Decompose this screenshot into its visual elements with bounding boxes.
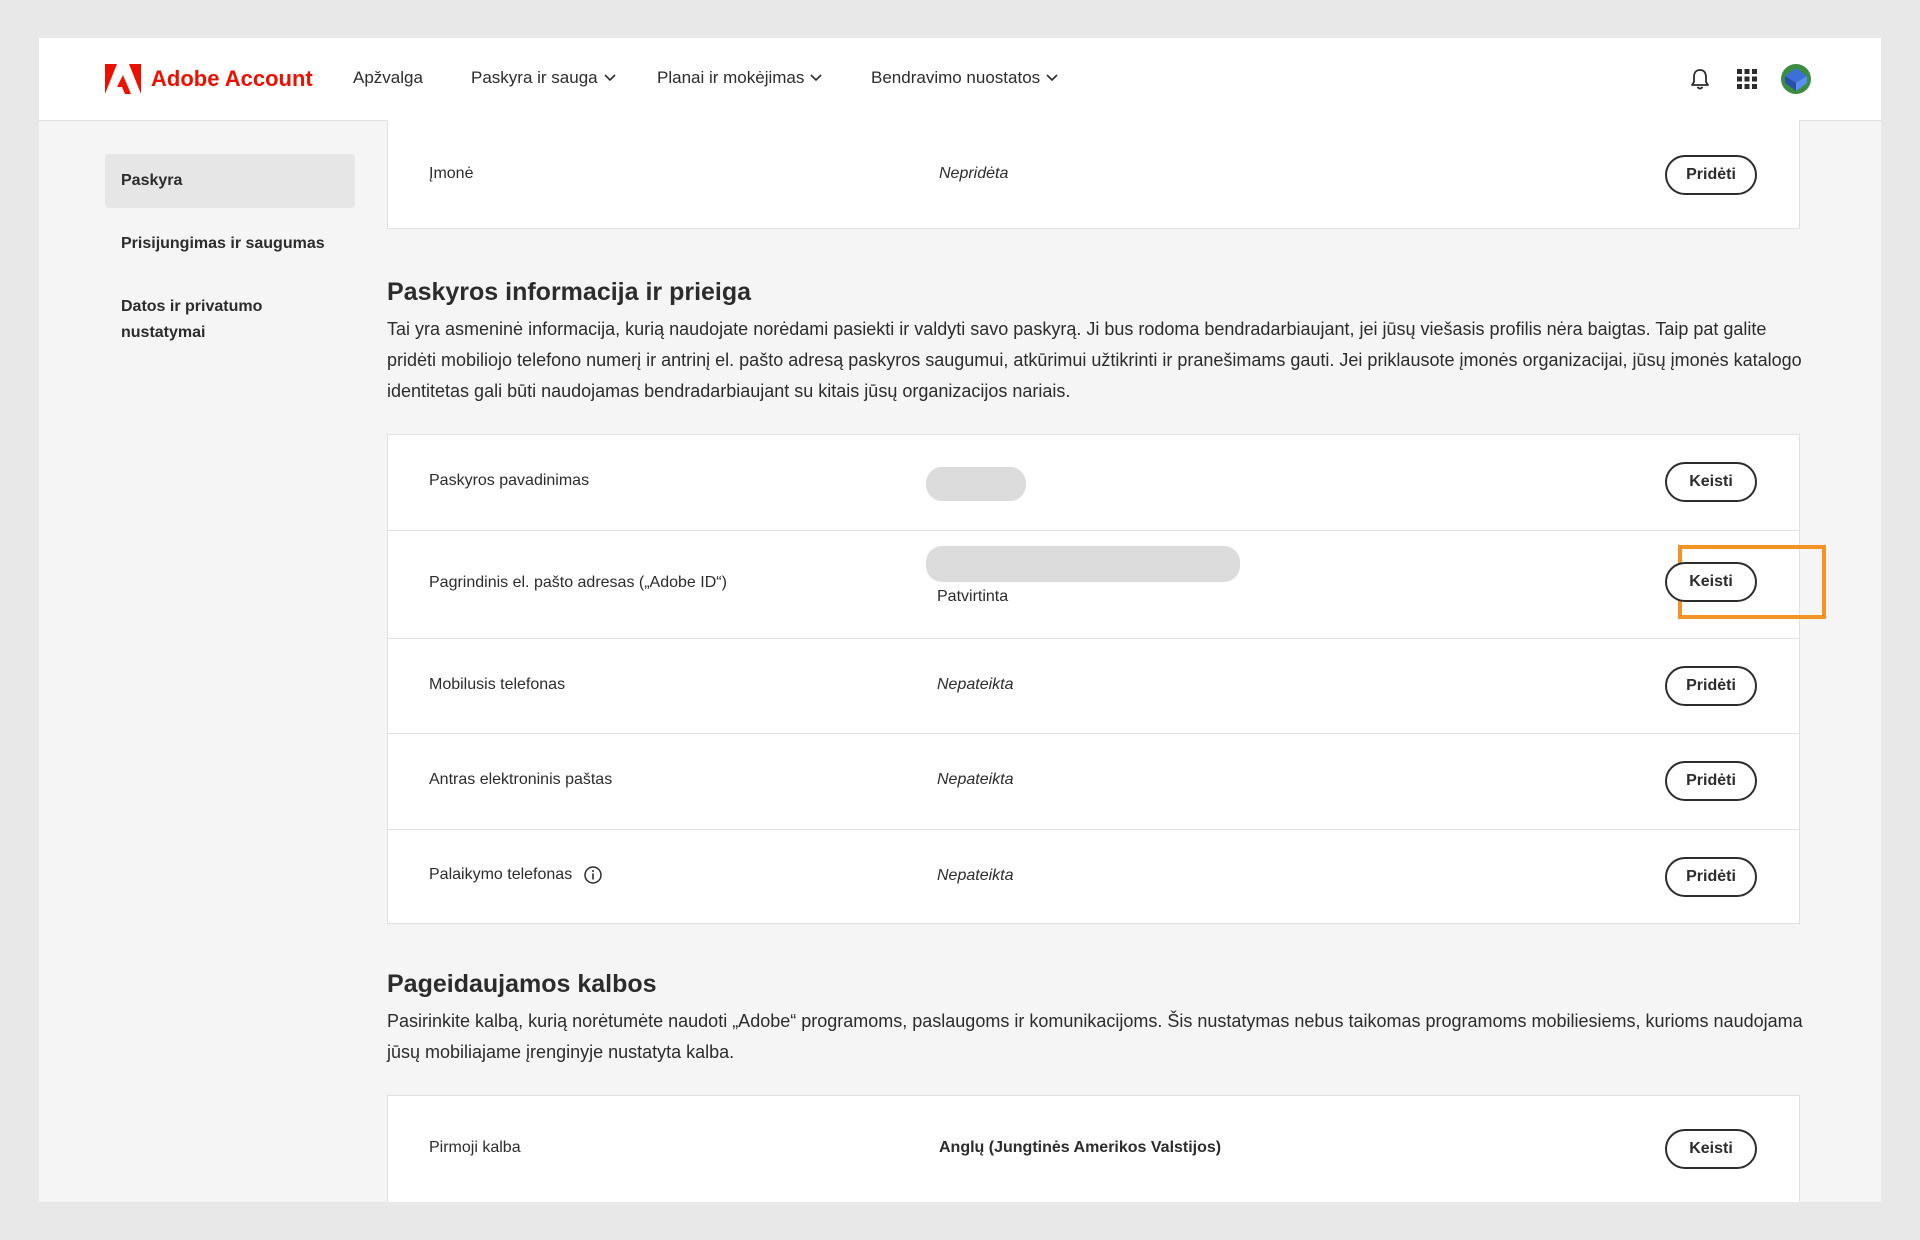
- support-phone-label: Palaikymo telefonas: [429, 866, 573, 883]
- support-phone-row: Palaikymo telefonas Nepateikta Pridėti: [388, 829, 1799, 924]
- languages-description: Pasirinkite kalbą, kurią norėtumėte naud…: [387, 1011, 1803, 1062]
- account-name-label: Paskyros pavadinimas: [429, 472, 590, 489]
- secondary-email-row: Antras elektroninis paštas Nepateikta Pr…: [388, 733, 1799, 829]
- support-phone-label-wrap: Palaikymo telefonas: [429, 866, 602, 884]
- sidebar-item-label: Paskyra: [121, 172, 183, 189]
- account-info-card: Paskyros pavadinimas Keisti Pagrindinis …: [387, 434, 1826, 924]
- top-header: Adobe Account Apžvalga Paskyra ir sauga …: [39, 38, 1881, 121]
- mobile-phone-label: Mobilusis telefonas: [429, 676, 566, 693]
- primary-email-label: Pagrindinis el. pašto adresas („Adobe ID…: [429, 574, 727, 591]
- sidebar-item-account[interactable]: Paskyra: [105, 154, 355, 208]
- info-icon[interactable]: [584, 866, 602, 884]
- nav-plans-payment-label: Planai ir mokėjimas: [657, 68, 805, 87]
- sidebar-item-label: Datos ir privatumo nustatymai: [121, 298, 263, 341]
- company-card: Įmonė Nepridėta Pridėti: [387, 120, 1800, 229]
- company-row: Įmonė Nepridėta Pridėti: [388, 120, 1799, 229]
- change-account-name-button[interactable]: Keisti: [1665, 462, 1757, 502]
- brand[interactable]: Adobe Account: [105, 64, 313, 94]
- secondary-email-label: Antras elektroninis paštas: [429, 771, 613, 788]
- add-secondary-email-button[interactable]: Pridėti: [1665, 761, 1757, 801]
- nav-communication-preferences[interactable]: Bendravimo nuostatos: [871, 68, 1058, 88]
- change-primary-language-button[interactable]: Keisti: [1665, 1129, 1757, 1169]
- languages-title: Pageidaujamos kalbos: [387, 970, 657, 998]
- primary-language-row: Pirmoji kalba Anglų (Jungtinės Amerikos …: [388, 1096, 1799, 1202]
- add-company-button[interactable]: Pridėti: [1665, 155, 1757, 195]
- mobile-phone-row: Mobilusis telefonas Nepateikta Pridėti: [388, 638, 1799, 733]
- account-name-value: [926, 467, 1026, 501]
- primary-language-label: Pirmoji kalba: [429, 1139, 521, 1156]
- apps-grid-icon[interactable]: [1733, 65, 1761, 93]
- brand-name: Adobe Account: [151, 66, 313, 91]
- nav-communication-preferences-label: Bendravimo nuostatos: [871, 68, 1041, 87]
- mobile-phone-value: Nepateikta: [937, 676, 1014, 693]
- secondary-email-value: Nepateikta: [937, 771, 1014, 788]
- support-phone-value: Nepateikta: [937, 867, 1014, 884]
- add-mobile-phone-button[interactable]: Pridėti: [1665, 666, 1757, 706]
- adobe-logo-icon: [105, 64, 141, 94]
- bell-icon[interactable]: [1686, 65, 1714, 93]
- sidebar-item-label: Prisijungimas ir saugumas: [121, 235, 325, 252]
- primary-email-value: [926, 546, 1240, 582]
- chevron-down-icon: [810, 74, 822, 82]
- nav-overview[interactable]: Apžvalga: [353, 68, 423, 88]
- email-verified-status: Patvirtinta: [937, 588, 1009, 605]
- chevron-down-icon: [1046, 74, 1058, 82]
- primary-email-row: Pagrindinis el. pašto adresas („Adobe ID…: [388, 530, 1826, 638]
- languages-card: Pirmoji kalba Anglų (Jungtinės Amerikos …: [387, 1095, 1800, 1202]
- company-value: Nepridėta: [939, 165, 1009, 182]
- company-label: Įmonė: [429, 165, 474, 182]
- account-info-title: Paskyros informacija ir prieiga: [387, 278, 752, 306]
- sidebar-item-data-privacy[interactable]: Datos ir privatumo nustatymai: [105, 294, 335, 346]
- nav-account-security-label: Paskyra ir sauga: [471, 68, 598, 87]
- primary-language-value: Anglų (Jungtinės Amerikos Valstijos): [939, 1139, 1222, 1156]
- chevron-down-icon: [604, 74, 616, 82]
- sidebar-item-sign-in-security[interactable]: Prisijungimas ir saugumas: [105, 231, 355, 257]
- account-info-description: Tai yra asmeninė informacija, kurią naud…: [387, 319, 1802, 401]
- nav-overview-label: Apžvalga: [353, 68, 423, 87]
- app-frame: Adobe Account Apžvalga Paskyra ir sauga …: [39, 38, 1881, 1202]
- add-support-phone-button[interactable]: Pridėti: [1665, 857, 1757, 897]
- change-primary-email-button[interactable]: Keisti: [1665, 562, 1757, 602]
- account-name-row: Paskyros pavadinimas Keisti: [388, 435, 1799, 530]
- nav-account-security[interactable]: Paskyra ir sauga: [471, 68, 616, 88]
- avatar[interactable]: [1779, 62, 1813, 96]
- nav-plans-payment[interactable]: Planai ir mokėjimas: [657, 68, 822, 88]
